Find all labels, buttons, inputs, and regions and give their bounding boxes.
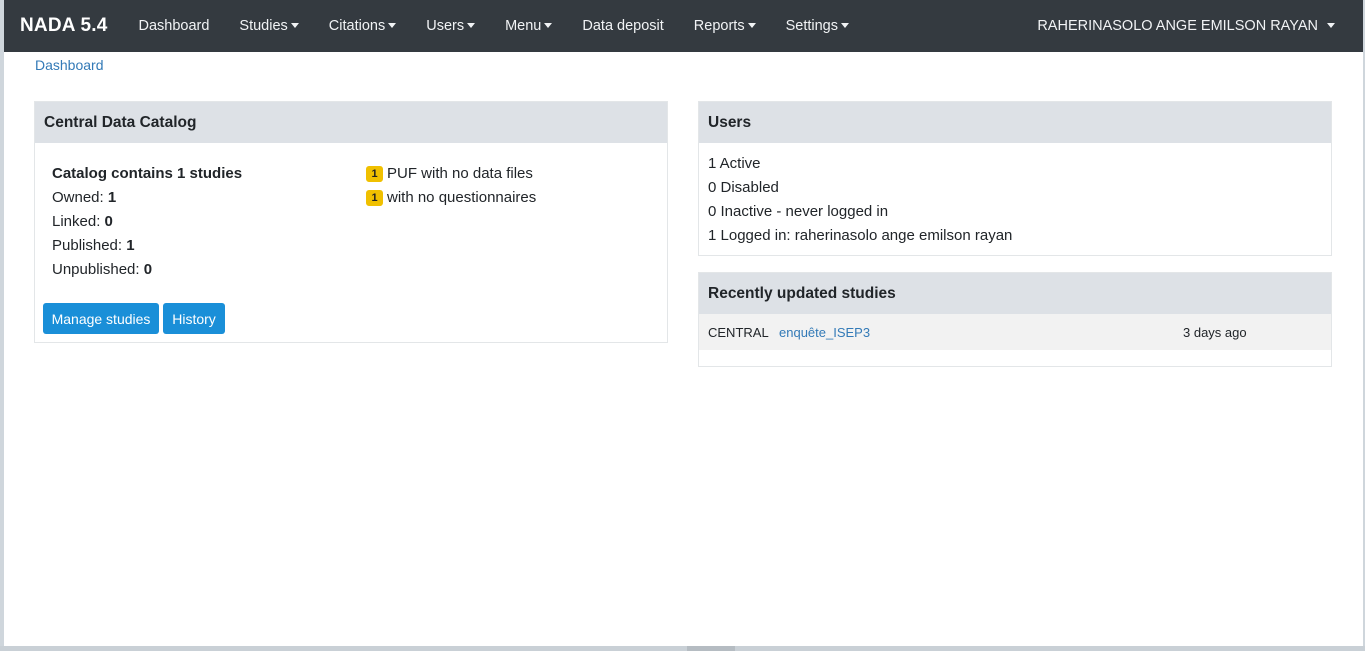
owned-value: 1 xyxy=(107,189,117,206)
users-logged-in: 1 Logged in: raherinasolo ange emilson r… xyxy=(708,227,1013,244)
recent-studies-header: Recently updated studies xyxy=(699,273,1331,314)
unpublished-stat: Unpublished: 0 xyxy=(52,258,242,282)
breadcrumb-dashboard[interactable]: Dashboard xyxy=(35,57,104,73)
caret-down-icon xyxy=(840,22,849,28)
manage-studies-button[interactable]: Manage studies xyxy=(43,303,159,334)
unpublished-label: Unpublished: xyxy=(52,261,144,278)
catalog-alerts: 1 PUF with no data files 1 with no quest… xyxy=(366,162,536,210)
count-badge: 1 xyxy=(366,190,383,206)
caret-down-icon xyxy=(467,22,476,28)
nav-studies[interactable]: Studies xyxy=(224,0,313,52)
published-stat: Published: 1 xyxy=(52,234,242,258)
users-card-header: Users xyxy=(699,102,1331,143)
nav-citations[interactable]: Citations xyxy=(314,0,411,52)
bottom-tab xyxy=(687,646,735,651)
alert-label: with no questionnaires xyxy=(387,189,537,206)
users-card: Users 1 Active 0 Disabled 0 Inactive - n… xyxy=(698,101,1332,256)
owned-label: Owned: xyxy=(52,189,108,206)
users-active: 1 Active xyxy=(708,155,761,172)
caret-down-icon xyxy=(747,22,756,28)
published-value: 1 xyxy=(126,237,135,254)
catalog-card-body: Catalog contains 1 studies Owned: 1 Link… xyxy=(35,143,667,342)
user-menu[interactable]: RAHERINASOLO ANGE EMILSON RAYAN xyxy=(1037,0,1363,52)
nav-data-deposit-label: Data deposit xyxy=(582,18,664,34)
alert-label: PUF with no data files xyxy=(387,165,533,182)
catalog-card: Central Data Catalog Catalog contains 1 … xyxy=(34,101,668,343)
nav-dashboard-label: Dashboard xyxy=(138,18,210,34)
bottom-edge xyxy=(0,646,1365,651)
alert-no-questionnaires: 1 with no questionnaires xyxy=(366,186,536,210)
users-disabled: 0 Disabled xyxy=(708,179,779,196)
study-updated-time: 3 days ago xyxy=(1183,324,1247,340)
nav-reports-label: Reports xyxy=(693,18,745,34)
study-title-link[interactable]: enquête_ISEP3 xyxy=(779,325,870,340)
owned-stat: Owned: 1 xyxy=(52,186,242,210)
nav-settings[interactable]: Settings xyxy=(771,0,864,52)
nav-dashboard[interactable]: Dashboard xyxy=(123,0,224,52)
nav-citations-label: Citations xyxy=(328,18,386,34)
nav-studies-label: Studies xyxy=(239,18,288,34)
app-window: NADA 5.4 Dashboard Studies Citations Use… xyxy=(4,0,1363,646)
caret-down-icon xyxy=(290,22,299,28)
caret-down-icon xyxy=(544,22,553,28)
nav-data-deposit[interactable]: Data deposit xyxy=(567,0,678,52)
nav-menu-label: Menu xyxy=(505,18,542,34)
history-button[interactable]: History xyxy=(163,303,225,334)
catalog-card-header: Central Data Catalog xyxy=(35,102,667,143)
linked-value: 0 xyxy=(104,213,113,230)
nav-users-label: Users xyxy=(426,18,465,34)
user-name: RAHERINASOLO ANGE EMILSON RAYAN xyxy=(1037,18,1318,34)
caret-down-icon xyxy=(388,22,397,28)
count-badge: 1 xyxy=(366,166,383,182)
nav-settings-label: Settings xyxy=(785,18,838,34)
table-row: CENTRAL enquête_ISEP3 3 days ago xyxy=(699,314,1331,350)
nav-menu[interactable]: Menu xyxy=(490,0,567,52)
published-label: Published: xyxy=(52,237,127,254)
nav-users[interactable]: Users xyxy=(411,0,490,52)
recent-studies-card: Recently updated studies CENTRAL enquête… xyxy=(698,272,1332,367)
linked-label: Linked: xyxy=(52,213,105,230)
users-inactive: 0 Inactive - never logged in xyxy=(708,203,889,220)
linked-stat: Linked: 0 xyxy=(52,210,242,234)
brand-logo[interactable]: NADA 5.4 xyxy=(20,15,107,37)
caret-down-icon xyxy=(1327,22,1335,28)
catalog-summary: Catalog contains 1 studies xyxy=(52,165,243,182)
unpublished-value: 0 xyxy=(143,261,153,278)
catalog-stats: Catalog contains 1 studies Owned: 1 Link… xyxy=(52,162,242,282)
users-card-body: 1 Active 0 Disabled 0 Inactive - never l… xyxy=(699,143,1331,248)
top-navbar: NADA 5.4 Dashboard Studies Citations Use… xyxy=(4,0,1363,52)
alert-no-data-files: 1 PUF with no data files xyxy=(366,162,536,186)
nav-reports[interactable]: Reports xyxy=(679,0,771,52)
study-repository: CENTRAL xyxy=(708,324,769,340)
